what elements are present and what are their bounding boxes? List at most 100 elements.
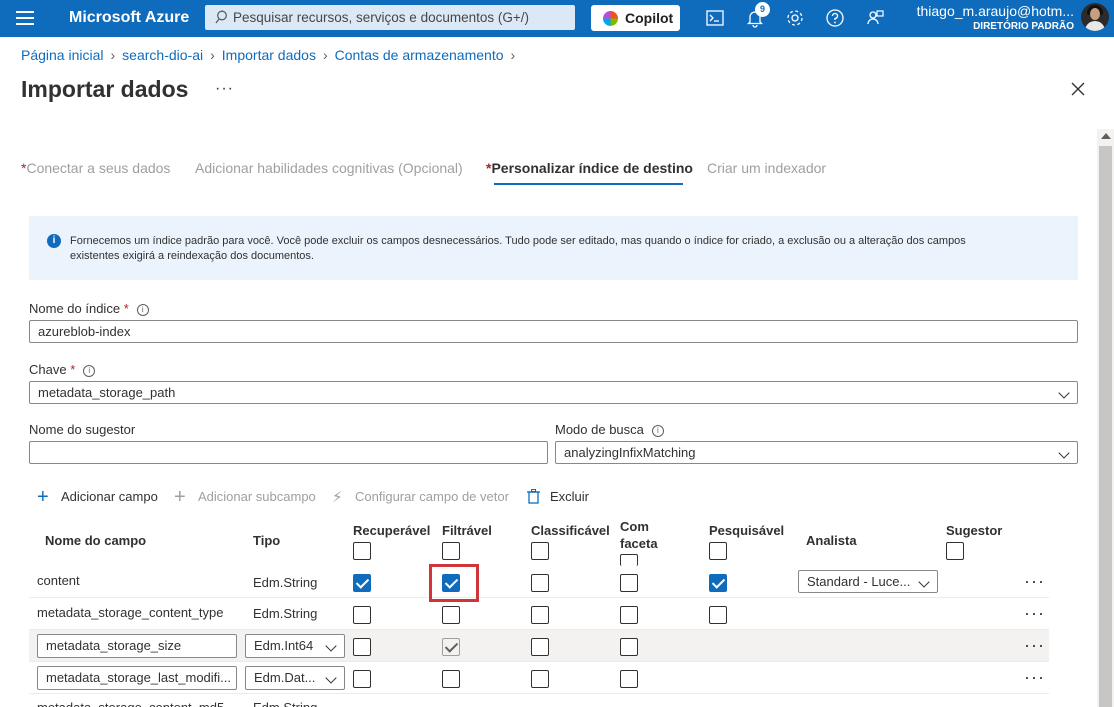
column-header-searchable: Pesquisável <box>709 523 785 538</box>
retrievable-checkbox[interactable] <box>353 670 371 688</box>
breadcrumb-item-search-service[interactable]: search-dio-ai <box>122 47 203 63</box>
search-mode-label: Modo de busca i <box>555 422 664 437</box>
key-dropdown[interactable]: metadata_storage_path <box>29 381 1078 404</box>
breadcrumb: Página inicial › search-dio-ai › Importar da… <box>21 47 522 63</box>
avatar[interactable] <box>1081 3 1109 31</box>
scrollbar[interactable] <box>1097 129 1114 707</box>
column-header-suggester: Sugestor <box>946 523 1003 538</box>
suggester-name-field[interactable] <box>29 441 548 464</box>
scroll-up-icon[interactable] <box>1101 133 1111 139</box>
user-account[interactable]: thiago_m.araujo@hotm... DIRETÓRIO PADRÃO <box>917 3 1074 32</box>
field-name: metadata_storage_content_md5 <box>37 700 224 707</box>
select-all-searchable-checkbox[interactable] <box>709 542 727 560</box>
settings-icon[interactable] <box>785 8 805 28</box>
retrievable-checkbox[interactable] <box>353 574 371 592</box>
breadcrumb-item-home[interactable]: Página inicial <box>21 47 104 63</box>
sortable-checkbox[interactable] <box>531 574 549 592</box>
search-input[interactable]: Pesquisar recursos, serviços e documento… <box>205 5 575 30</box>
delete-button[interactable]: Excluir <box>527 489 589 504</box>
field-type-dropdown[interactable]: Edm.Int64 <box>245 634 345 658</box>
chevron-right-icon: › <box>510 47 516 63</box>
breadcrumb-item-storage-accounts[interactable]: Contas de armazenamento <box>335 47 504 63</box>
field-type: Edm.String <box>253 700 317 707</box>
notifications-badge: 9 <box>755 2 770 17</box>
copilot-button[interactable]: Copilot <box>591 5 680 31</box>
tab-create-indexer[interactable]: Criar um indexador <box>707 160 826 176</box>
searchable-checkbox[interactable] <box>709 574 727 592</box>
info-text-line2: existentes exigirá a reindexação dos doc… <box>70 250 314 262</box>
column-header-type: Tipo <box>253 533 281 548</box>
info-icon: i <box>47 234 61 248</box>
chevron-right-icon: › <box>322 47 328 63</box>
row-more-button[interactable]: ··· <box>1024 668 1045 686</box>
top-bar: Microsoft Azure Pesquisar recursos, serv… <box>0 0 1114 37</box>
retrievable-checkbox[interactable] <box>353 606 371 624</box>
column-header-sortable: Classificável <box>531 523 610 538</box>
tab-customize-index[interactable]: *Personalizar índice de destino <box>486 160 693 185</box>
field-type-dropdown[interactable]: Edm.Dat... <box>245 666 345 690</box>
configure-vector-button[interactable]: ⚡︎ Configurar campo de vetor <box>332 489 509 506</box>
sortable-checkbox[interactable] <box>531 606 549 624</box>
analyzer-dropdown[interactable]: Standard - Luce... <box>798 570 938 593</box>
sortable-checkbox[interactable] <box>531 638 549 656</box>
select-all-facetable-checkbox[interactable] <box>620 554 638 566</box>
index-name-field[interactable]: azureblob-index <box>29 320 1078 343</box>
delete-icon <box>527 489 540 504</box>
add-icon: + <box>37 486 49 508</box>
facetable-checkbox[interactable] <box>620 574 638 592</box>
select-all-suggester-checkbox[interactable] <box>946 542 964 560</box>
brand-title[interactable]: Microsoft Azure <box>69 9 189 27</box>
column-header-retrievable: Recuperável <box>353 523 431 538</box>
field-name-input[interactable]: metadata_storage_size <box>37 634 237 658</box>
facetable-checkbox[interactable] <box>620 638 638 656</box>
add-subfield-button[interactable]: + Adicionar subcampo <box>174 487 316 507</box>
chevron-right-icon: › <box>110 47 116 63</box>
sortable-checkbox[interactable] <box>531 670 549 688</box>
info-text-line1: Fornecemos um índice padrão para você. V… <box>70 235 966 247</box>
column-header-name: Nome do campo <box>45 533 147 548</box>
row-more-button[interactable]: ··· <box>1024 636 1045 654</box>
column-header-analyzer: Analista <box>806 533 857 548</box>
row-more-button[interactable]: ··· <box>1024 572 1045 590</box>
info-icon[interactable]: i <box>136 304 149 316</box>
user-directory: DIRETÓRIO PADRÃO <box>973 21 1074 32</box>
chevron-right-icon: › <box>210 47 215 63</box>
field-name-input[interactable]: metadata_storage_last_modifi... <box>37 666 237 690</box>
info-icon[interactable]: i <box>83 365 96 377</box>
column-header-facetable: Com faceta <box>620 519 658 551</box>
filterable-checkbox[interactable] <box>442 638 460 656</box>
column-header-filterable: Filtrável <box>442 523 492 538</box>
copilot-icon <box>603 11 618 26</box>
select-all-sortable-checkbox[interactable] <box>531 542 549 560</box>
chevron-down-icon <box>1058 387 1070 399</box>
cloud-shell-icon[interactable] <box>705 8 725 28</box>
facetable-checkbox[interactable] <box>620 670 638 688</box>
more-actions-button[interactable]: ··· <box>215 80 234 98</box>
info-icon[interactable]: i <box>651 425 664 437</box>
add-field-button[interactable]: + Adicionar campo <box>37 486 158 508</box>
breadcrumb-item-import-data[interactable]: Importar dados <box>222 47 316 63</box>
searchable-checkbox[interactable] <box>709 606 727 624</box>
row-more-button[interactable]: ··· <box>1024 604 1045 622</box>
select-all-filterable-checkbox[interactable] <box>442 542 460 560</box>
tab-connect-data[interactable]: *Conectar a seus dados <box>21 160 170 176</box>
menu-icon[interactable] <box>16 11 34 25</box>
feedback-icon[interactable] <box>865 8 885 28</box>
facetable-checkbox[interactable] <box>620 606 638 624</box>
field-name: metadata_storage_content_type <box>37 605 224 620</box>
search-mode-dropdown[interactable]: analyzingInfixMatching <box>555 441 1078 464</box>
user-name: thiago_m.araujo@hotm... <box>916 3 1074 19</box>
filterable-checkbox[interactable] <box>442 670 460 688</box>
help-icon[interactable] <box>825 8 845 28</box>
close-icon[interactable] <box>1070 81 1086 97</box>
scrollbar-thumb[interactable] <box>1099 146 1112 707</box>
info-banner: i Fornecemos um índice padrão para você.… <box>29 216 1078 280</box>
filterable-checkbox[interactable] <box>442 606 460 624</box>
field-type: Edm.String <box>253 575 318 590</box>
page-title: Importar dados <box>21 76 189 102</box>
suggester-name-label: Nome do sugestor <box>29 422 136 437</box>
tab-cognitive-skills[interactable]: Adicionar habilidades cognitivas (Opcion… <box>195 160 463 176</box>
lightning-icon: ⚡︎ <box>332 489 343 506</box>
select-all-retrievable-checkbox[interactable] <box>353 542 371 560</box>
retrievable-checkbox[interactable] <box>353 638 371 656</box>
